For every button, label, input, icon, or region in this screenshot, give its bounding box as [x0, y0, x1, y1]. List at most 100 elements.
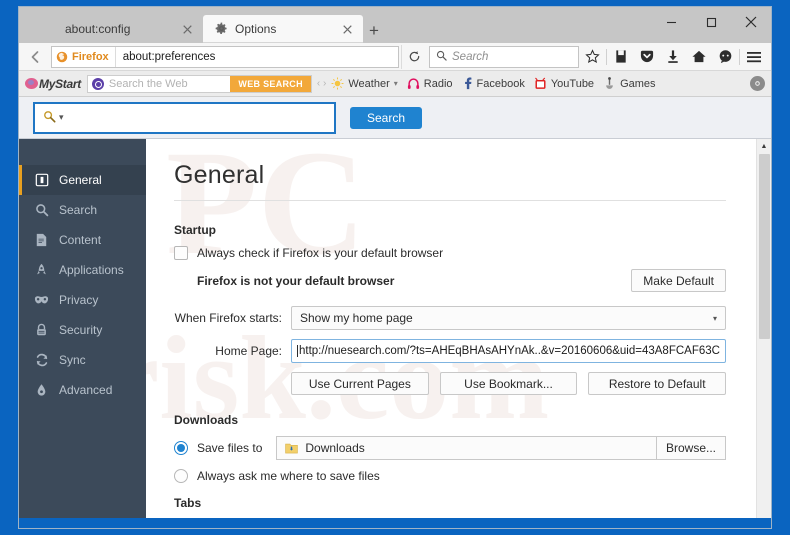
make-default-button[interactable]: Make Default [631, 269, 726, 292]
synced-tabs-icon[interactable] [712, 45, 738, 69]
mystart-search-field[interactable]: Search the Web WEB SEARCH [86, 74, 312, 93]
scroll-up-arrow[interactable]: ▲ [757, 139, 772, 154]
mystart-link-label: YouTube [550, 77, 595, 90]
pocket-shield-icon[interactable] [634, 45, 660, 69]
always-ask-radio[interactable] [174, 469, 188, 483]
toolbar-search-placeholder: Search [452, 50, 489, 63]
scrollbar-thumb[interactable] [758, 154, 770, 339]
home-icon[interactable] [686, 45, 712, 69]
sidebar-item-advanced[interactable]: Advanced [19, 375, 146, 405]
applications-rocket-icon [33, 263, 50, 277]
url-text: about:preferences [122, 50, 216, 63]
home-page-label: Home Page: [215, 344, 282, 358]
save-files-to-label: Save files to [197, 441, 263, 455]
default-browser-status-row: Firefox is not your default browser Make… [174, 269, 726, 292]
mystart-link-label: Radio [423, 77, 453, 90]
tab-favicon-placeholder [45, 22, 59, 36]
sidebar-item-security[interactable]: Security [19, 315, 146, 345]
sidebar-item-applications[interactable]: Applications [19, 255, 146, 285]
magnifier-circle-icon [91, 77, 104, 90]
gear-circle-icon[interactable] [750, 76, 765, 91]
home-page-buttons: Use Current Pages Use Bookmark... Restor… [291, 372, 727, 395]
downloads-arrow-icon[interactable] [660, 45, 686, 69]
magnifier-icon [43, 110, 56, 126]
not-default-message: Firefox is not your default browser [197, 273, 395, 288]
gear-icon [215, 22, 229, 36]
save-files-to-row: Save files to Downloads Browse... [174, 436, 726, 460]
injected-search-button[interactable]: Search [350, 106, 423, 129]
hamburger-menu-icon[interactable] [741, 45, 767, 69]
sidebar-item-search[interactable]: Search [19, 195, 146, 225]
title-bar: about:config Options + [19, 7, 771, 43]
search-engine-chevron-icon[interactable]: ▾ [59, 112, 64, 123]
reload-icon[interactable] [401, 44, 427, 69]
search-icon [33, 203, 50, 217]
mystart-link-facebook[interactable]: Facebook [462, 77, 525, 90]
sync-refresh-icon [33, 353, 50, 367]
browser-tab-options[interactable]: Options [203, 15, 363, 43]
sidebar-item-general[interactable]: General [19, 165, 146, 195]
mystart-link-label: Facebook [476, 77, 525, 90]
use-bookmark-button[interactable]: Use Bookmark... [439, 372, 578, 395]
default-browser-checkbox[interactable] [174, 246, 188, 260]
download-folder-icon [285, 442, 299, 454]
mystart-toolbar: MyStart Search the Web WEB SEARCH ‹ › We… [19, 71, 771, 97]
mystart-logo[interactable]: MyStart [25, 77, 81, 91]
sidebar-item-sync[interactable]: Sync [19, 345, 146, 375]
download-path-field[interactable]: Downloads [276, 436, 656, 460]
mystart-bubble-icon [25, 78, 38, 89]
maximize-button[interactable] [691, 7, 731, 37]
tab-close-icon[interactable] [179, 21, 195, 37]
tab-close-icon[interactable] [339, 21, 355, 37]
address-bar[interactable]: Firefox about:preferences [51, 45, 399, 68]
default-browser-checkbox-label: Always check if Firefox is your default … [197, 246, 444, 260]
mystart-link-weather[interactable]: Weather ▾ [331, 77, 398, 90]
new-tab-button[interactable]: + [363, 19, 385, 41]
toolbar-divider [606, 48, 607, 65]
toolbar-divider-2 [739, 48, 740, 65]
bookmark-star-icon[interactable] [579, 45, 605, 69]
navigation-toolbar: Firefox about:preferences Search [19, 43, 771, 71]
preferences-content: PC risk.com General Startup Always check… [146, 139, 756, 518]
mystart-link-youtube[interactable]: YouTube [534, 77, 594, 90]
close-button[interactable] [731, 7, 771, 37]
toolbar-search-input[interactable]: Search [429, 45, 579, 68]
chevron-down-icon[interactable]: ▾ [394, 79, 398, 88]
when-firefox-starts-value: Show my home page [300, 311, 413, 325]
injected-search-input[interactable]: ▾ [33, 101, 336, 134]
browser-tab-about-config[interactable]: about:config [33, 15, 203, 43]
minimize-button[interactable] [651, 7, 691, 37]
advanced-gear-icon [33, 383, 50, 397]
firefox-logo-icon [56, 51, 68, 62]
restore-to-default-button[interactable]: Restore to Default [588, 372, 727, 395]
window-controls [651, 7, 771, 37]
mystart-link-games[interactable]: Games [603, 77, 656, 90]
scrollbar-track[interactable] [757, 154, 772, 518]
window-bottom-strip [19, 518, 771, 528]
sidebar-item-privacy[interactable]: Privacy [19, 285, 146, 315]
save-files-to-radio[interactable] [174, 441, 188, 455]
sidebar-item-label: Advanced [59, 383, 113, 397]
security-lock-icon [33, 323, 50, 337]
sidebar-item-label: Search [59, 203, 98, 217]
title-divider [174, 200, 726, 201]
use-current-pages-button[interactable]: Use Current Pages [291, 372, 429, 395]
home-page-input[interactable]: http://nuesearch.com/?ts=AHEqBHAsAHYnAk.… [291, 339, 726, 363]
youtube-tv-icon [534, 77, 547, 90]
when-firefox-starts-select[interactable]: Show my home page ▾ [291, 306, 726, 330]
privacy-mask-icon [33, 295, 50, 305]
downloads-heading: Downloads [174, 413, 239, 427]
mystart-link-radio[interactable]: Radio [407, 77, 453, 90]
browse-button[interactable]: Browse... [655, 436, 726, 460]
reader-list-icon[interactable] [608, 45, 634, 69]
preferences-body: General Search Content Applications Priv… [19, 139, 771, 518]
injected-search-row: ▾ Search [19, 97, 771, 139]
vertical-scrollbar[interactable]: ▲ [756, 139, 771, 518]
sidebar-item-label: Security [59, 323, 103, 337]
firefox-brand-chip: Firefox [52, 46, 116, 67]
back-arrow-icon[interactable] [23, 45, 49, 69]
sidebar-item-label: Applications [59, 263, 124, 277]
mystart-link-label: Weather [348, 77, 390, 90]
sidebar-item-content[interactable]: Content [19, 225, 146, 255]
web-search-button[interactable]: WEB SEARCH [230, 75, 311, 92]
